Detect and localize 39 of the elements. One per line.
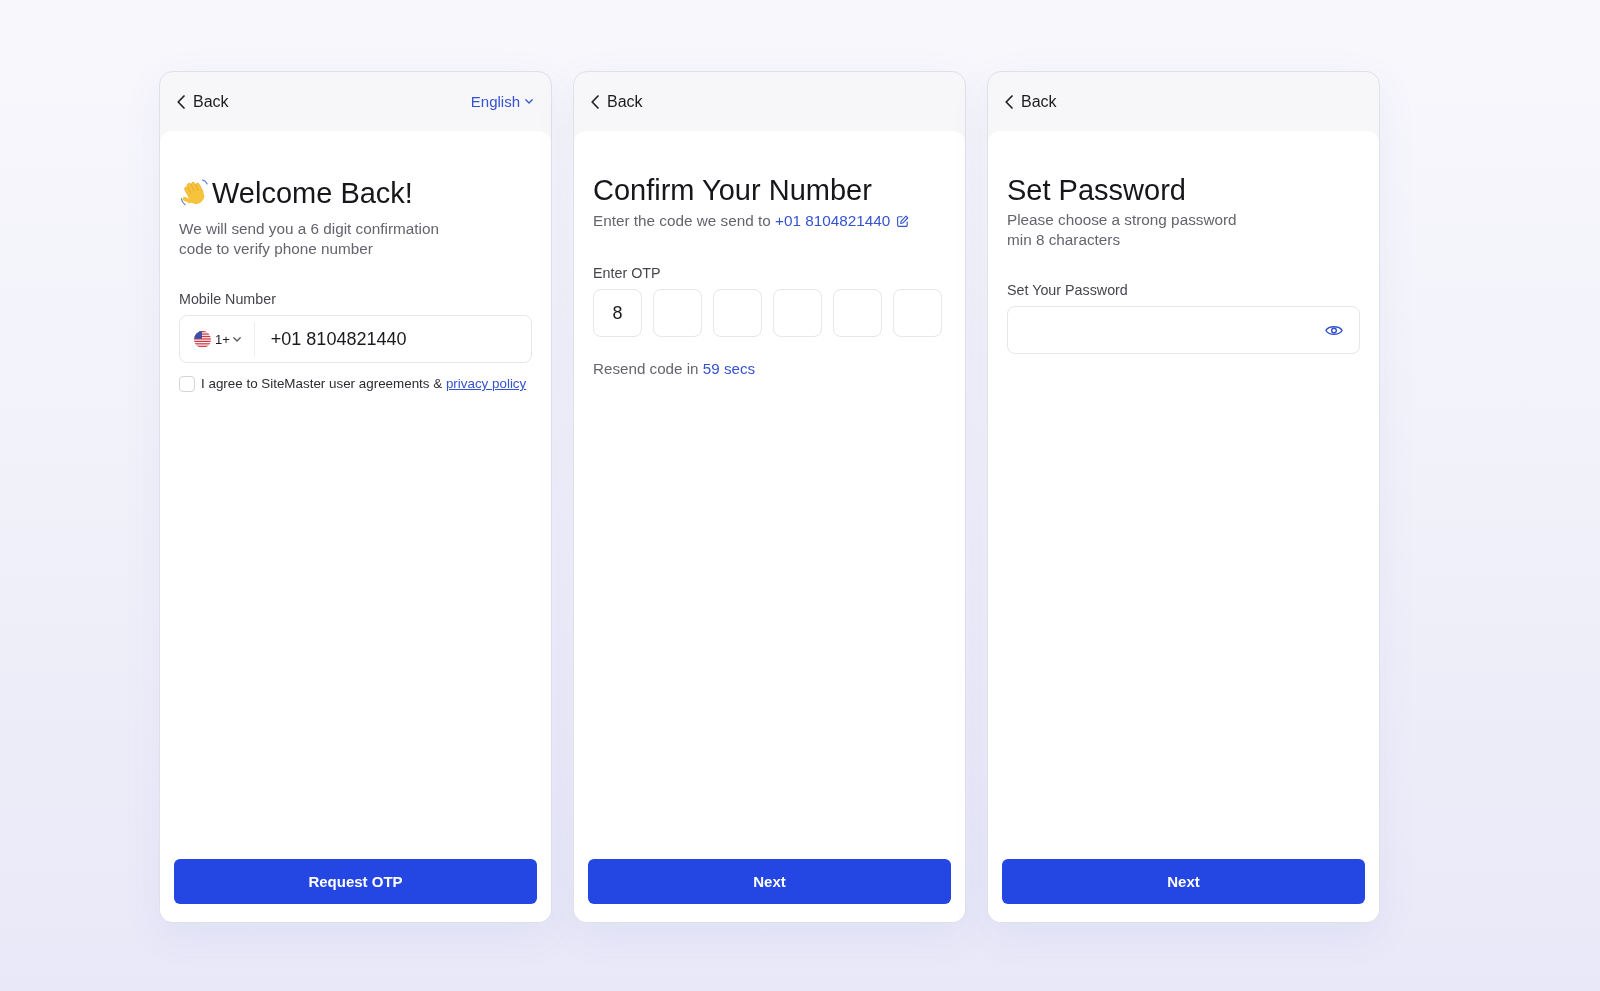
primary-button[interactable]: Next [588, 859, 951, 904]
title-text: Confirm Your Number [593, 173, 873, 207]
chevron-left-icon [177, 94, 185, 109]
language-dropdown[interactable]: English [470, 93, 533, 110]
otp-digit-field[interactable] [773, 289, 822, 337]
otp-digit-field[interactable] [893, 289, 942, 337]
field-label: Set Your Password [1007, 281, 1129, 299]
flag-icon [194, 330, 211, 348]
eye-icon[interactable] [1325, 323, 1343, 337]
phone-number-link[interactable]: +01 8104821440 [775, 212, 891, 229]
privacy-policy-link[interactable]: privacy policy [445, 376, 527, 391]
field-label: Mobile Number [179, 290, 277, 308]
subtitle-text: We will send you a 6 digit confirmation code to verify phone number [179, 219, 440, 259]
otp-digit-field[interactable] [653, 289, 702, 337]
subtitle-text: Enter the code we send to +01 8104821440 [593, 211, 891, 231]
waving-hand-icon [179, 178, 209, 208]
checkbox[interactable] [179, 376, 195, 392]
chevron-left-icon [1005, 94, 1013, 109]
chevron-down-icon [232, 336, 241, 342]
otp-digit-field[interactable] [833, 289, 882, 337]
field-label: Enter OTP [593, 264, 662, 282]
primary-button[interactable]: Next [1002, 859, 1365, 904]
otp-digit-field[interactable] [713, 289, 762, 337]
phone-field[interactable]: 1+ +01 8104821440 [179, 315, 532, 363]
title-text: Welcome Back! [212, 176, 413, 210]
edit-icon[interactable] [896, 214, 910, 228]
agreement-text: I agree to SiteMaster user agreements & privacy policy [201, 375, 527, 393]
back-button[interactable]: Back [177, 92, 229, 111]
back-button[interactable]: Back [591, 92, 643, 111]
title-text: Set Password [1007, 173, 1187, 207]
chevron-down-icon [525, 99, 533, 104]
country-code-dropdown[interactable]: 1+ [180, 330, 241, 348]
back-button[interactable]: Back [1005, 92, 1057, 111]
resend-timer-text: Resend code in 59 secs [593, 359, 757, 379]
otp-digit-field[interactable]: 8 [593, 289, 642, 337]
subtitle-text: Please choose a strong password min 8 characters [1007, 210, 1238, 250]
primary-button[interactable]: Request OTP [174, 859, 537, 904]
password-field[interactable] [1007, 306, 1360, 354]
chevron-left-icon [591, 94, 599, 109]
